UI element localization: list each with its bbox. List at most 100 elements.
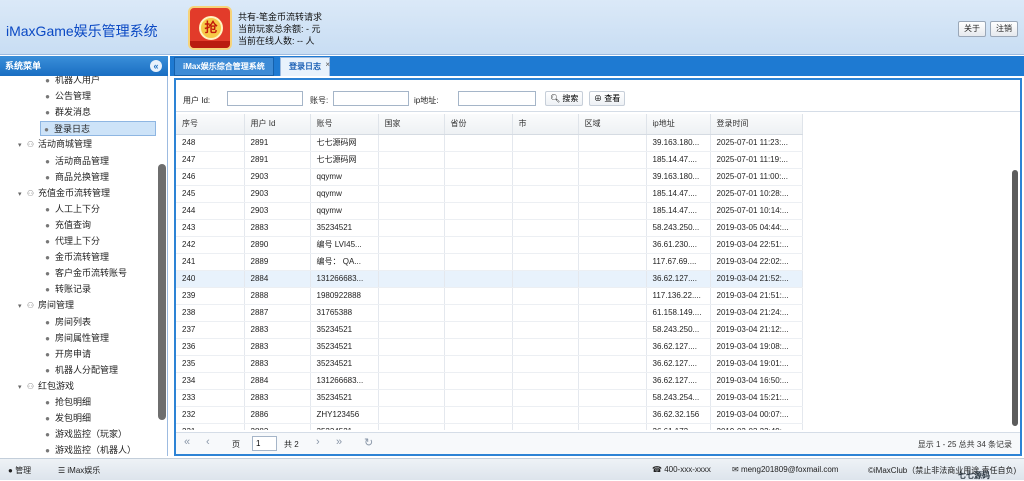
table-row[interactable]: 231288335234521 36.61.172....2019-03-03 2…: [176, 423, 803, 430]
column-header[interactable]: 用户 Id: [244, 114, 311, 135]
table-cell: [512, 202, 579, 220]
sidebar-group[interactable]: ▾ ⚇ 充值金币流转管理: [18, 186, 110, 201]
table-row[interactable]: 241 2889 编号： QA... 117.67.69.... 2019-03-04 …: [176, 253, 803, 271]
group-icon: ⚇: [26, 140, 35, 150]
column-header[interactable]: 账号: [310, 114, 379, 135]
logout-button[interactable]: 注销: [990, 21, 1018, 37]
table-row[interactable]: 243 2883 35234521 58.243.250... 2019-03-05 0…: [176, 219, 803, 237]
sidebar-item[interactable]: ● 抢包明细: [42, 395, 91, 410]
page-number-input[interactable]: [252, 436, 277, 451]
expand-toggle-icon[interactable]: ▾: [18, 380, 25, 395]
sidebar-item[interactable]: ● 登录日志: [40, 121, 156, 137]
sidebar-item[interactable]: ● 群发消息: [42, 105, 91, 120]
table-row[interactable]: 247 2891 七七源码网 185.14.47.... 2025-07-01 11:1…: [176, 151, 803, 169]
sidebar-group[interactable]: ▾ ⚇ 活动商城管理: [18, 137, 92, 152]
table-row[interactable]: 242 2890 编号 LVI45... 36.61.230.... 2019-03-0…: [176, 236, 803, 254]
search-bar: 用户 Id: 账号: ip地址: 🔍︎ 搜索 ⊕ 查看: [176, 80, 1020, 112]
table-cell: 238: [176, 304, 245, 322]
table-row[interactable]: 248 2891 七七源码网 39.163.180... 2025-07-01 11:2…: [176, 134, 803, 152]
table-cell: 2889: [244, 253, 311, 271]
column-header[interactable]: 省份: [444, 114, 513, 135]
collapse-sidebar-icon[interactable]: «: [150, 60, 162, 72]
column-header[interactable]: 市: [512, 114, 579, 135]
sidebar-item[interactable]: ● 房间属性管理: [42, 331, 109, 346]
view-button[interactable]: ⊕ 查看: [589, 91, 626, 106]
table-cell: 2903: [244, 202, 311, 220]
sidebar-item[interactable]: ● 充值查询: [42, 218, 91, 233]
table-row[interactable]: 233 2883 35234521 58.243.254... 2019-03-04 1…: [176, 389, 803, 407]
sidebar-item[interactable]: ● 金币流转管理: [42, 250, 109, 265]
sidebar-item[interactable]: ● 机器人分配管理: [42, 363, 118, 378]
sidebar-item[interactable]: ● 代理上下分: [42, 234, 100, 249]
column-header[interactable]: 国家: [378, 114, 445, 135]
first-page-icon[interactable]: «: [184, 436, 190, 448]
copyright: ©iMaxClub（禁止非法商业用途 责任自负): [868, 466, 1017, 475]
prev-page-icon[interactable]: ‹: [206, 436, 210, 448]
sidebar-item-label: 房间列表: [55, 316, 92, 327]
table-row[interactable]: 238 2887 31765388 61.158.149.... 2019-03-04 …: [176, 304, 803, 322]
tab-login-log[interactable]: 登录日志 ×: [280, 57, 330, 76]
total-pages: 共 2: [284, 440, 299, 449]
item-icon: ●: [45, 317, 50, 327]
table-cell: [378, 168, 445, 186]
table-cell: 61.158.149....: [646, 304, 711, 322]
table-cell: 七七源码网: [310, 134, 379, 152]
table-row[interactable]: 236 2883 35234521 36.62.127.... 2019-03-04 1…: [176, 338, 803, 356]
table-cell: 2884: [244, 270, 311, 288]
table-row[interactable]: 239 2888 1980922888 117.136.22.... 2019-03-0…: [176, 287, 803, 305]
expand-toggle-icon[interactable]: ▾: [18, 187, 25, 202]
table-row[interactable]: 234 2884 131266683... 36.62.127.... 2019-03-…: [176, 372, 803, 390]
account-input[interactable]: [333, 91, 409, 106]
tab-home[interactable]: iMax娱乐综合管理系统: [174, 57, 274, 76]
search-button[interactable]: 🔍︎ 搜索: [545, 91, 584, 106]
sidebar-item[interactable]: ● 开房申请: [42, 347, 91, 362]
item-icon: ●: [45, 398, 50, 407]
sidebar-item[interactable]: ● 游戏监控（机器人）: [42, 443, 136, 456]
column-header[interactable]: 区域: [578, 114, 647, 135]
expand-toggle-icon[interactable]: ▾: [18, 299, 25, 314]
close-tab-icon[interactable]: ×: [325, 56, 330, 74]
expand-toggle-icon[interactable]: ▾: [18, 138, 25, 153]
sidebar-item[interactable]: ● 商品兑换管理: [42, 170, 109, 185]
table-cell: 2891: [244, 134, 311, 152]
ip-label: ip地址:: [414, 96, 439, 105]
sidebar-group[interactable]: ▾ ⚇ 红包游戏: [18, 379, 74, 394]
table-cell: [444, 185, 513, 203]
refresh-icon[interactable]: ↻: [364, 436, 373, 449]
table-row[interactable]: 240 2884 131266683... 36.62.127.... 2019-03-…: [176, 270, 803, 288]
sidebar-scrollbar[interactable]: [158, 164, 166, 420]
user-id-input[interactable]: [227, 91, 303, 106]
table-row[interactable]: 244 2903 qqymw 185.14.47.... 2025-07-01 10:1…: [176, 202, 803, 220]
column-header[interactable]: 登录时间: [710, 114, 803, 135]
next-page-icon[interactable]: ›: [316, 436, 320, 448]
column-header[interactable]: 序号: [176, 114, 245, 135]
table-row[interactable]: 237 2883 35234521 58.243.250... 2019-03-04 2…: [176, 321, 803, 339]
sidebar-item[interactable]: ● 游戏监控（玩家）: [42, 427, 127, 442]
table-cell: 35234521: [310, 321, 379, 339]
table-row[interactable]: 235 2883 35234521 36.62.127.... 2019-03-04 1…: [176, 355, 803, 373]
last-page-icon[interactable]: »: [336, 436, 342, 448]
sidebar-item[interactable]: ● 发包明细: [42, 411, 91, 426]
table-cell: [444, 321, 513, 339]
sidebar-item[interactable]: ● 公告管理: [42, 89, 91, 104]
table-row[interactable]: 246 2903 qqymw 39.163.180... 2025-07-01 11:0…: [176, 168, 803, 186]
table-row[interactable]: 232 2886 ZHY123456 36.62.32.156 2019-03-04 0…: [176, 406, 803, 424]
sidebar-item[interactable]: ● 活动商品管理: [42, 154, 109, 169]
table-cell: 2887: [244, 304, 311, 322]
about-button[interactable]: 关于: [958, 21, 986, 37]
sidebar-item[interactable]: ● 机器人用户: [42, 76, 100, 88]
table-row[interactable]: 245 2903 qqymw 185.14.47.... 2025-07-01 10:2…: [176, 185, 803, 203]
sidebar-item[interactable]: ● 转账记录: [42, 282, 91, 297]
grid-scrollbar[interactable]: [1012, 170, 1018, 426]
table-cell: [512, 236, 579, 254]
sidebar-item[interactable]: ● 客户金币流转账号: [42, 266, 127, 281]
phone-info: ☎ 400-xxx-xxxx: [652, 465, 711, 474]
item-icon: ●: [45, 269, 50, 279]
column-header[interactable]: ip地址: [646, 114, 711, 135]
sidebar-group[interactable]: ▾ ⚇ 房间管理: [18, 298, 74, 313]
item-icon: ●: [45, 76, 50, 85]
sidebar-item[interactable]: ● 人工上下分: [42, 202, 100, 217]
ip-input[interactable]: [458, 91, 536, 106]
table-cell: 248: [176, 134, 245, 152]
sidebar-item[interactable]: ● 房间列表: [42, 315, 91, 330]
